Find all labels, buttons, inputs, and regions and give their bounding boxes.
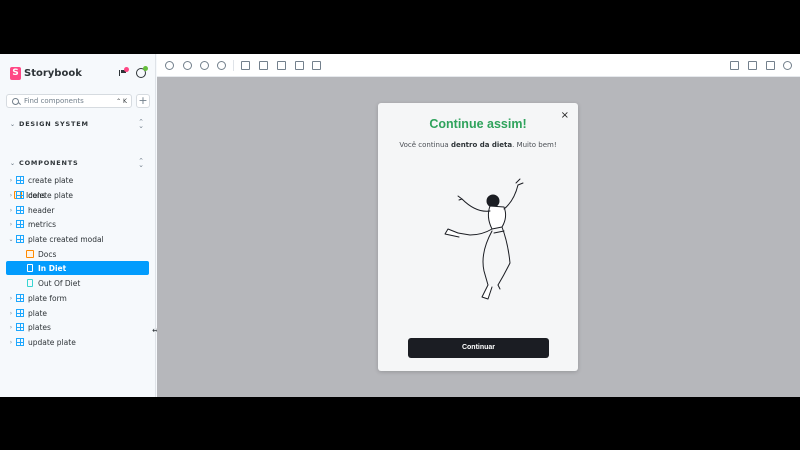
component-icon [16,309,24,317]
tree-item-label: create plate [28,175,74,185]
storybook-brand[interactable]: S Storybook [10,67,82,80]
tree-item-out-of-diet[interactable]: Out Of Diet [26,276,149,290]
section-title: COMPONENTS [19,159,79,167]
tree-item-label: header [28,205,55,215]
tree-item-update-plate[interactable]: › update plate [6,335,149,349]
viewport-icon[interactable] [277,61,286,70]
fullscreen-icon[interactable] [748,61,757,70]
tree-item-plate-created-modal[interactable]: ⌄ plate created modal [6,232,149,246]
background-icon[interactable] [241,61,250,70]
search-placeholder: Find components [24,97,84,105]
section-components[interactable]: ⌄ COMPONENTS [10,159,79,167]
tree-item-delete-plate[interactable]: › delete plate [6,188,149,202]
tree-item-metrics[interactable]: › metrics [6,217,149,231]
tree-item-in-diet[interactable]: In Diet [6,261,149,275]
tree-item-label: plate [28,308,47,318]
tree-item-label: plates [28,322,51,332]
tree-item-header[interactable]: › header [6,203,149,217]
message-emphasis: dentro da dieta [450,141,513,149]
document-icon [26,250,34,258]
bookmark-icon [27,279,33,287]
chevron-right-icon: › [9,294,13,302]
tree-item-plate[interactable]: › plate [6,306,149,320]
chevron-right-icon: › [9,191,13,199]
component-icon [16,220,24,228]
chevron-right-icon: › [9,176,13,184]
zoom-in-icon[interactable] [183,61,192,70]
zoom-reset-icon[interactable] [217,61,226,70]
outline-icon[interactable] [312,61,321,70]
tree-item-label: Out Of Diet [38,278,81,288]
reload-icon[interactable] [165,61,174,70]
jumping-person-illustration [444,178,524,300]
toolbar-divider [233,60,234,71]
chevron-right-icon: › [9,206,13,214]
tree-item-create-plate[interactable]: › create plate [6,173,149,187]
expand-collapse-icon[interactable]: ⌃ ⌄ [137,158,145,169]
tree-item-plates[interactable]: › plates [6,320,149,334]
message-text: Você continua [399,141,451,149]
chevron-down-icon: ⌄ [8,235,14,243]
section-design-system[interactable]: ⌄ DESIGN SYSTEM [10,120,89,128]
search-field[interactable]: Find components ⌃ K [6,94,132,108]
bookmark-icon [27,264,33,272]
open-new-tab-icon[interactable] [766,61,775,70]
panel-toggle-icon[interactable] [730,61,739,70]
section-title: DESIGN SYSTEM [19,120,89,128]
chevron-right-icon: › [9,338,13,346]
settings-status-icon[interactable] [136,66,148,78]
brand-name: Storybook [24,68,82,79]
sidebar: S Storybook Find components ⌃ K + ⌄ DESIG… [0,54,156,397]
tree-item-label: metrics [28,219,57,229]
tree-item-label: In Diet [38,263,67,273]
continue-button[interactable]: Continuar [408,338,549,358]
zoom-out-icon[interactable] [200,61,209,70]
tree-item-label: update plate [28,337,76,347]
storybook-logo-icon: S [10,67,21,80]
chevron-down-icon: ⌄ [10,160,16,167]
chevron-right-icon: › [9,323,13,331]
add-button[interactable]: + [136,94,150,108]
grid-icon[interactable] [259,61,268,70]
component-icon [16,206,24,214]
component-icon [16,338,24,346]
tree-item-label: delete plate [28,190,74,200]
modal-message: Você continua dentro da dieta. Muito bem… [378,141,578,149]
tree-item-label: plate created modal [28,234,104,244]
expand-collapse-icon[interactable]: ⌃ ⌄ [137,119,145,130]
chevron-right-icon: › [9,309,13,317]
copy-link-icon[interactable] [783,61,792,70]
success-modal: × Continue assim! Você continua dentro d… [378,103,578,371]
message-text: . Muito bem! [512,141,557,149]
search-shortcut: ⌃ K [116,97,127,105]
component-icon [16,191,24,199]
toolbar [157,54,800,77]
tree-item-label: plate form [28,293,67,303]
measure-icon[interactable] [295,61,304,70]
tree-item-plate-form[interactable]: › plate form [6,291,149,305]
modal-title: Continue assim! [429,117,527,131]
chevron-right-icon: › [9,220,13,228]
search-icon [12,97,19,105]
component-icon [16,235,24,243]
component-icon [16,176,24,184]
tree-item-label: Docs [38,249,57,259]
tree-item-docs[interactable]: Docs [26,247,149,261]
whats-new-icon[interactable] [118,67,129,78]
component-icon [16,294,24,302]
chevron-down-icon: ⌄ [10,121,16,128]
component-icon [16,323,24,331]
